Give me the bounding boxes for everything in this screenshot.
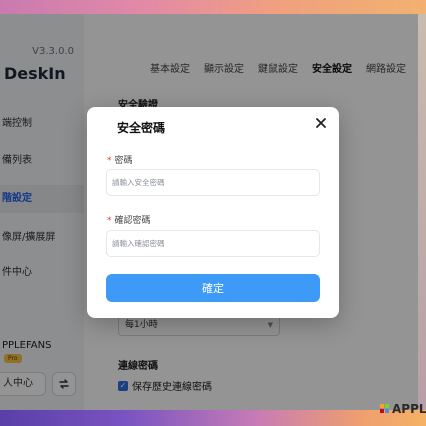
watermark-text: APPL (392, 402, 426, 416)
password-label-text: 密碼 (114, 156, 133, 166)
required-mark: * (107, 156, 112, 166)
wallpaper-top (0, 0, 426, 14)
password-input[interactable] (106, 169, 320, 196)
confirm-password-label: * 確認密碼 (107, 213, 151, 226)
wallpaper-right (418, 14, 426, 410)
confirm-password-label-text: 確認密碼 (114, 216, 151, 226)
close-icon (316, 118, 326, 128)
wallpaper-bottom (0, 410, 426, 426)
close-button[interactable] (313, 115, 329, 131)
confirm-password-input[interactable] (106, 230, 320, 257)
confirm-button[interactable]: 確定 (106, 274, 320, 302)
required-mark: * (107, 216, 112, 226)
watermark: APPL (380, 402, 426, 416)
watermark-logo-icon (380, 404, 390, 414)
dialog-title: 安全密碼 (117, 121, 166, 135)
security-password-dialog: 安全密碼 * 密碼 * 確認密碼 確定 (87, 107, 339, 318)
password-label: * 密碼 (107, 153, 133, 166)
